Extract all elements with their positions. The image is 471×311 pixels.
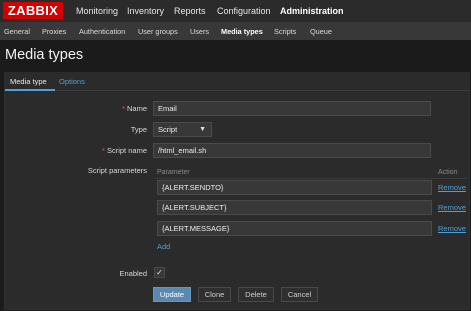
required-marker: * xyxy=(102,146,105,155)
top-nav-inventory[interactable]: Inventory xyxy=(127,6,164,16)
type-select[interactable]: Script ▼ xyxy=(153,122,212,137)
type-select-value: Script xyxy=(158,125,178,134)
sub-header: General Proxies Authentication User grou… xyxy=(0,22,471,40)
sub-nav-general[interactable]: General xyxy=(4,27,30,36)
script-name-label: * Script name xyxy=(102,146,147,155)
parameter-input[interactable]: {ALERT.SENDTO} xyxy=(157,180,432,195)
tab-media-type[interactable]: Media type xyxy=(10,77,47,86)
cancel-button[interactable]: Cancel xyxy=(281,287,318,302)
tab-options[interactable]: Options xyxy=(59,77,85,86)
parameter-input[interactable]: {ALERT.MESSAGE} xyxy=(157,221,432,236)
page-title: Media types xyxy=(5,47,84,63)
caret-down-icon: ▼ xyxy=(199,126,206,133)
delete-button[interactable]: Delete xyxy=(238,287,274,302)
enabled-label: Enabled xyxy=(119,269,147,278)
top-nav-monitoring[interactable]: Monitoring xyxy=(76,6,118,16)
sub-nav-users[interactable]: Users xyxy=(190,27,209,36)
parameter-input[interactable]: {ALERT.SUBJECT} xyxy=(157,200,432,215)
remove-parameter-link[interactable]: Remove xyxy=(438,183,466,192)
sub-nav-media-types[interactable]: Media types xyxy=(221,27,263,36)
sub-nav-proxies[interactable]: Proxies xyxy=(42,27,66,36)
clone-button[interactable]: Clone xyxy=(198,287,231,302)
sub-nav-scripts[interactable]: Scripts xyxy=(274,27,296,36)
update-button[interactable]: Update xyxy=(153,287,191,302)
top-nav-administration[interactable]: Administration xyxy=(280,6,344,16)
add-parameter-link[interactable]: Add xyxy=(157,242,170,251)
active-tab-indicator xyxy=(5,89,55,91)
action-column-header: Action xyxy=(438,169,458,176)
name-label: * Name xyxy=(122,104,147,113)
header-divider xyxy=(155,178,467,179)
name-input[interactable]: Email xyxy=(153,101,431,116)
top-nav-configuration[interactable]: Configuration xyxy=(217,6,271,16)
sub-nav-queue[interactable]: Queue xyxy=(310,27,332,36)
top-nav-reports[interactable]: Reports xyxy=(174,6,206,16)
sub-nav-authentication[interactable]: Authentication xyxy=(79,27,125,36)
remove-parameter-link[interactable]: Remove xyxy=(438,203,466,212)
remove-parameter-link[interactable]: Remove xyxy=(438,224,466,233)
required-marker: * xyxy=(122,104,125,113)
top-header: ZABBIX Monitoring Inventory Reports Conf… xyxy=(0,0,471,22)
script-name-input[interactable]: /html_email.sh xyxy=(153,143,431,158)
zabbix-logo[interactable]: ZABBIX xyxy=(3,2,63,19)
enabled-checkbox[interactable]: ✓ xyxy=(154,267,165,278)
parameter-column-header: Parameter xyxy=(157,169,190,176)
sub-nav-user-groups[interactable]: User groups xyxy=(138,27,178,36)
type-label: Type xyxy=(130,125,147,134)
script-parameters-label: Script parameters xyxy=(87,166,147,175)
